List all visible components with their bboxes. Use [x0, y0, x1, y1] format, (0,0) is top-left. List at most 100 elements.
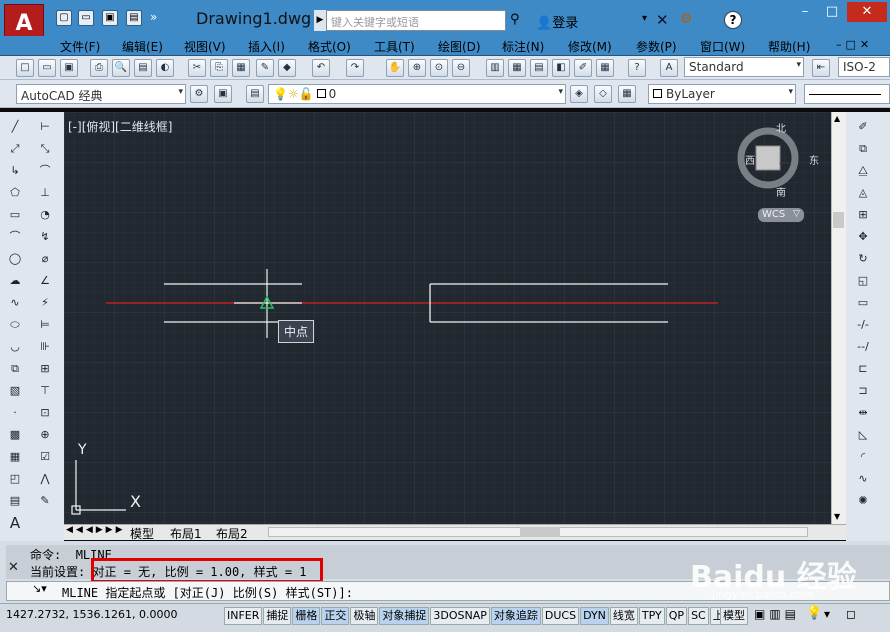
properties-icon[interactable]: ▥ [486, 59, 504, 77]
jogged-linear-icon[interactable]: ⋀ [36, 470, 54, 488]
make-current-layer-icon[interactable]: ◈ [570, 85, 588, 103]
help-icon[interactable]: ? [628, 59, 646, 77]
sheet-set-icon[interactable]: ◧ [552, 59, 570, 77]
make-block-icon[interactable]: ▧ [6, 382, 24, 400]
match-properties-icon[interactable]: ✎ [256, 59, 274, 77]
toggle-lineweight[interactable]: 线宽 [609, 607, 638, 625]
join-icon[interactable]: ⇹ [854, 404, 872, 422]
tolerance-icon[interactable]: ⊡ [36, 404, 54, 422]
spline-icon[interactable]: ∿ [6, 294, 24, 312]
open-file-icon[interactable]: ▭ [78, 10, 94, 26]
polygon-icon[interactable]: ⬠ [6, 184, 24, 202]
layer-previous-icon[interactable]: ◇ [594, 85, 612, 103]
compass-south[interactable]: 南 [776, 184, 786, 199]
toggle-tpy[interactable]: TPY [638, 607, 665, 625]
array-icon[interactable]: ⊞ [854, 206, 872, 224]
menu-insert[interactable]: 插入(I) [248, 38, 285, 55]
workspace-select[interactable]: AutoCAD 经典 ▾ [16, 84, 186, 104]
status-menu-icon[interactable]: ▾ [824, 607, 830, 621]
copy-object-icon[interactable]: ⧉ [854, 140, 872, 158]
save-as-icon[interactable]: ▤ [126, 10, 142, 26]
toggle-osnap[interactable]: 对象捕捉 [379, 607, 430, 625]
zoom-window-icon[interactable]: ⊙ [430, 59, 448, 77]
publish-icon[interactable]: ▤ [134, 59, 152, 77]
viewcube-top-label[interactable]: 上 [779, 151, 790, 167]
construction-line-icon[interactable]: ⤢ [6, 140, 24, 158]
search-input[interactable]: 键入关键字或短语 [326, 10, 506, 31]
dim-style-select[interactable]: ISO-2 [838, 57, 890, 77]
quick-dim-icon[interactable]: ⚡ [36, 294, 54, 312]
menu-parametric[interactable]: 参数(P) [636, 38, 677, 55]
scroll-up-icon[interactable]: ▲ [834, 114, 840, 123]
exchange-icon[interactable]: ✕ [656, 11, 669, 29]
plot-icon[interactable]: ⎙ [90, 59, 108, 77]
menu-view[interactable]: 视图(V) [184, 38, 226, 55]
cut-icon[interactable]: ✂ [188, 59, 206, 77]
tool-palettes-icon[interactable]: ▤ [530, 59, 548, 77]
tab-navigation-icons[interactable]: ◀◀◀▶▶▶ [66, 525, 126, 535]
arc-length-icon[interactable]: ⌒ [36, 162, 54, 180]
dim-break-icon[interactable]: ⊤ [36, 382, 54, 400]
toggle-sc[interactable]: SC [688, 607, 709, 625]
pan-icon[interactable]: ✋ [386, 59, 404, 77]
search-arrow-icon[interactable]: ▶ [314, 10, 326, 31]
command-close-icon[interactable]: ✕ [8, 560, 19, 575]
angular-icon[interactable]: ∠ [36, 272, 54, 290]
menu-format[interactable]: 格式(O) [308, 38, 351, 55]
menu-file[interactable]: 文件(F) [60, 38, 100, 55]
table-icon[interactable]: ▤ [6, 492, 24, 510]
command-recent-icon[interactable]: ↘▾ [32, 582, 47, 595]
rotate-icon[interactable]: ↻ [854, 250, 872, 268]
text-style-icon[interactable]: A [660, 59, 678, 77]
arc-icon[interactable]: ⌒ [6, 228, 24, 246]
viewport-controls-label[interactable]: [-][俯视][二维线框] [68, 118, 172, 135]
ordinate-icon[interactable]: ⊥ [36, 184, 54, 202]
text-style-select[interactable]: Standard ▾ [684, 57, 804, 77]
plot-preview-icon[interactable]: 🔍 [112, 59, 130, 77]
minimize-button[interactable]: – [793, 2, 817, 22]
extend-icon[interactable]: --/ [854, 338, 872, 356]
menu-window[interactable]: 窗口(W) [700, 38, 745, 55]
aligned-dim-icon[interactable]: ⤡ [36, 140, 54, 158]
trim-icon[interactable]: -/- [854, 316, 872, 334]
tab-layout1[interactable]: 布局1 [170, 525, 202, 542]
color-select[interactable]: ByLayer ▾ [648, 84, 796, 104]
toggle-snap[interactable]: 捕捉 [263, 607, 292, 625]
scale-icon[interactable]: ◱ [854, 272, 872, 290]
toggle-ortho[interactable]: 正交 [321, 607, 350, 625]
move-icon[interactable]: ✥ [854, 228, 872, 246]
compass-west[interactable]: 西 [745, 152, 755, 167]
ucs-dropdown-icon[interactable]: ▽ [793, 209, 800, 219]
doc-window-controls[interactable]: –□✕ [836, 38, 873, 51]
paste-icon[interactable]: ▦ [232, 59, 250, 77]
mtext-icon[interactable]: A [6, 514, 24, 532]
explode-icon[interactable]: ✺ [854, 492, 872, 510]
workspace-switch-icon[interactable]: ▣ [214, 85, 232, 103]
layer-state-icon[interactable]: ▦ [618, 85, 636, 103]
baseline-icon[interactable]: ⊨ [36, 316, 54, 334]
compass-north[interactable]: 北 [776, 120, 786, 135]
maximize-button[interactable]: □ [820, 2, 844, 22]
revision-cloud-icon[interactable]: ☁ [6, 272, 24, 290]
layer-select[interactable]: 💡☼🔓 0 ▾ [268, 84, 566, 104]
toggle-grid[interactable]: 栅格 [292, 607, 321, 625]
apps-icon[interactable]: ⚙ [680, 11, 693, 27]
menu-dimension[interactable]: 标注(N) [502, 38, 544, 55]
tab-model[interactable]: 模型 [130, 525, 154, 542]
scroll-down-icon[interactable]: ▼ [834, 512, 840, 521]
layer-properties-icon[interactable]: ▤ [246, 85, 264, 103]
tab-layout2[interactable]: 布局2 [216, 525, 248, 542]
markup-icon[interactable]: ✐ [574, 59, 592, 77]
toggle-polar[interactable]: 极轴 [350, 607, 379, 625]
workspace-settings-icon[interactable]: ⚙ [190, 85, 208, 103]
break-point-icon[interactable]: ⊏ [854, 360, 872, 378]
fillet-icon[interactable]: ◜ [854, 448, 872, 466]
radius-icon[interactable]: ◔ [36, 206, 54, 224]
horizontal-scroll-thumb[interactable] [520, 527, 560, 537]
circle-icon[interactable]: ◯ [6, 250, 24, 268]
vertical-scroll-thumb[interactable] [833, 212, 844, 228]
login-dropdown-icon[interactable]: ▾ [642, 13, 647, 24]
line-icon[interactable]: ╱ [6, 118, 24, 136]
break-icon[interactable]: ⊐ [854, 382, 872, 400]
toggle-otrack[interactable]: 对象追踪 [490, 607, 541, 625]
